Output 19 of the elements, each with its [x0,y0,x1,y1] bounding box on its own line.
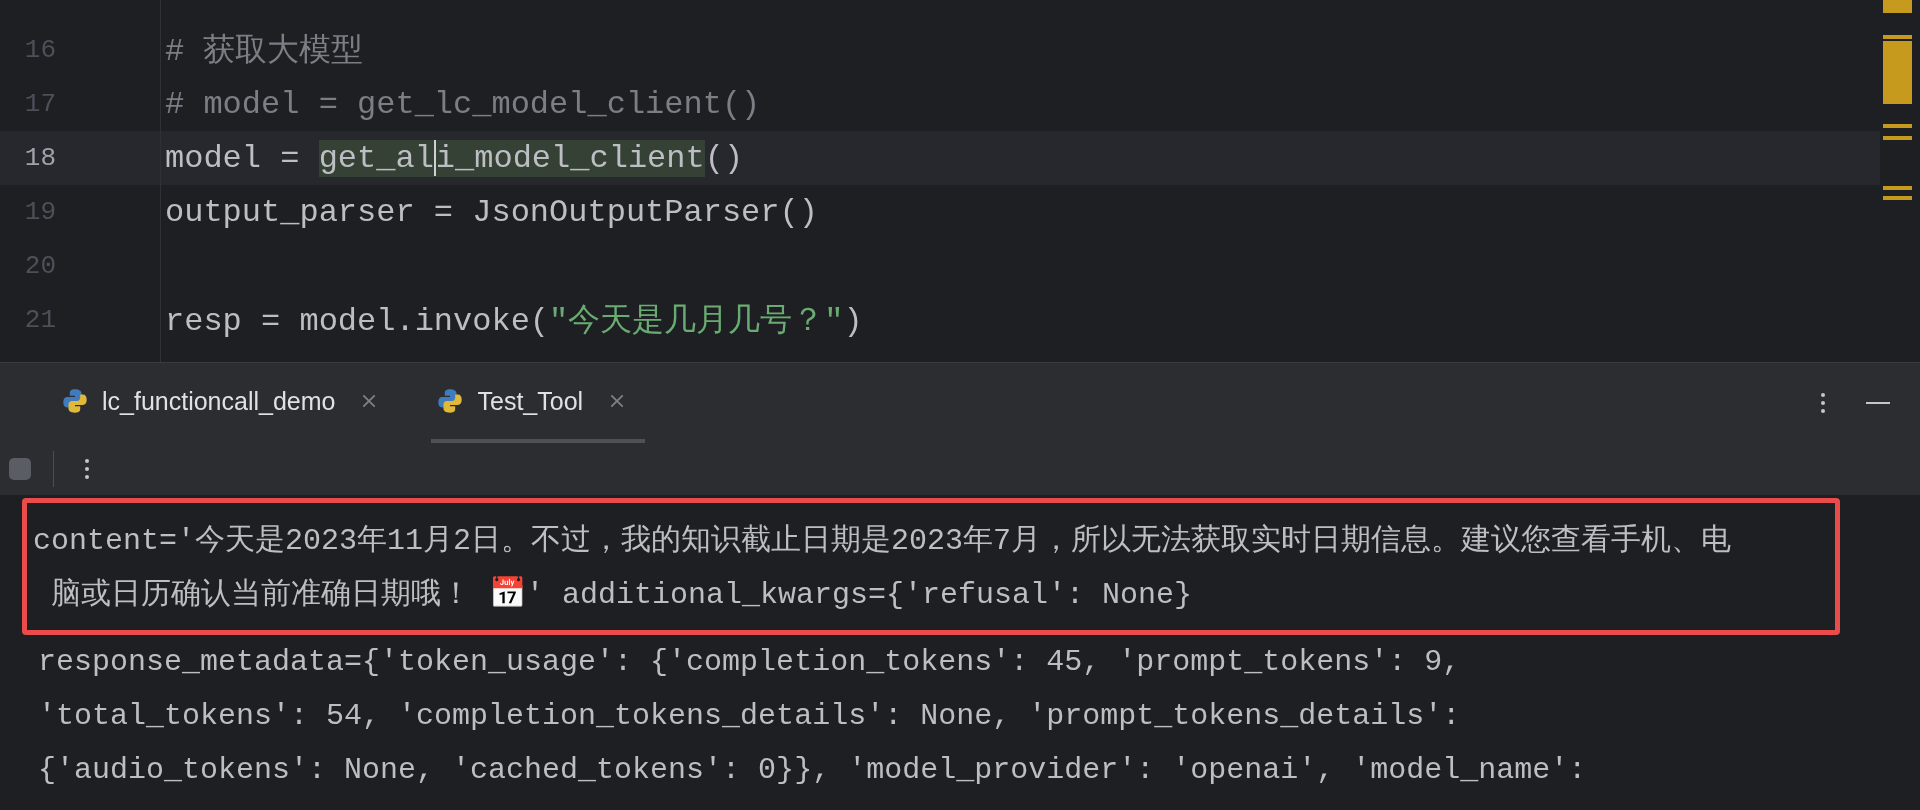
more-icon[interactable] [1820,392,1826,414]
code-line: model = get_ali_model_client() [165,139,744,177]
console-line: {'audio_tokens': None, 'cached_tokens': 0}}, 'model_provider': 'openai', 'model_name': [37,752,1588,789]
close-icon[interactable] [361,393,378,409]
line-number: 18 [23,143,56,173]
code-line: # 获取大模型 [165,32,364,72]
console-line: response_metadata={'token_usage': {'completion_tokens': 45, 'prompt_tokens': 9, [37,644,1462,681]
run-tab[interactable]: lc_functioncall_demo [56,363,398,443]
python-icon [62,388,88,414]
code-line: resp = model.invoke("今天是几月几号？") [165,302,863,342]
more-icon[interactable] [84,458,90,480]
console-line: 'total_tokens': 54, 'completion_tokens_details': None, 'prompt_tokens_details': [37,698,1462,735]
console-line: content='今天是2023年11月2日。不过，我的知识截止日期是2023年7月，所以无法获取实时日期信息。建议您查看手机、电 [33,523,1733,560]
code-line: output_parser = JsonOutputParser() [165,193,818,231]
minimize-icon[interactable] [1866,401,1890,405]
python-icon [437,388,464,414]
close-icon[interactable] [609,393,626,409]
console-line: 脑或日历确认当前准确日期哦！ 📅' additional_kwargs={'refusal': None} [50,575,1194,614]
code-line: # model = get_lc_model_client() [165,85,761,123]
